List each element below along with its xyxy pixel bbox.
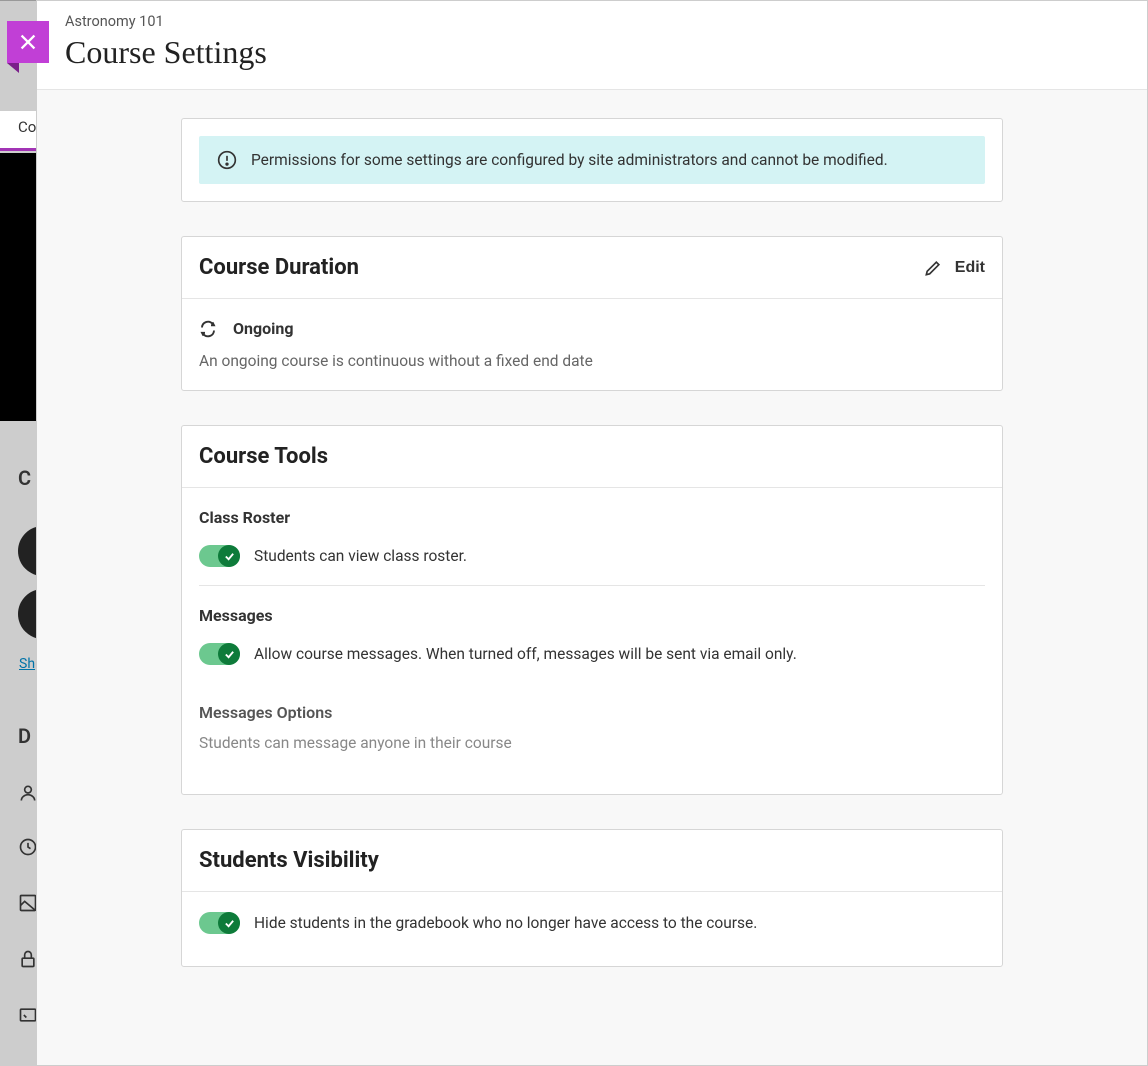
messages-toggle[interactable] <box>199 643 240 665</box>
refresh-icon <box>199 320 217 338</box>
visibility-card: Students Visibility Hide students in the… <box>181 829 1003 967</box>
code-icon <box>18 1005 38 1025</box>
roster-heading: Class Roster <box>199 508 985 527</box>
messages-options-heading: Messages Options <box>199 703 985 722</box>
bg-section-d: D <box>18 724 31 748</box>
messages-toggle-row: Allow course messages. When turned off, … <box>199 643 985 683</box>
bg-link-sh: Sh <box>19 656 35 672</box>
alert-icon <box>217 150 237 170</box>
toggle-knob <box>218 643 240 665</box>
visibility-toggle-row: Hide students in the gradebook who no lo… <box>199 912 985 944</box>
tools-header: Course Tools <box>182 426 1002 488</box>
visibility-section: Hide students in the gradebook who no lo… <box>182 892 1002 966</box>
visibility-toggle-label: Hide students in the gradebook who no lo… <box>254 914 757 932</box>
roster-section: Class Roster Students can view class ros… <box>182 488 1002 586</box>
panel-body: Permissions for some settings are config… <box>37 90 1147 1054</box>
roster-toggle-row: Students can view class roster. <box>199 545 985 586</box>
duration-title: Course Duration <box>199 255 359 280</box>
check-icon <box>224 649 235 660</box>
image-icon <box>18 893 38 913</box>
tools-card: Course Tools Class Roster Students can v… <box>181 425 1003 795</box>
check-icon <box>224 551 235 562</box>
roster-toggle[interactable] <box>199 545 240 567</box>
tools-title: Course Tools <box>199 444 328 469</box>
duration-card: Course Duration Edit <box>181 236 1003 391</box>
duration-status: Ongoing <box>199 319 985 338</box>
lock-icon <box>18 949 38 969</box>
close-button[interactable] <box>7 21 49 63</box>
bg-section-c: C <box>18 466 31 490</box>
duration-description: An ongoing course is continuous without … <box>199 352 985 370</box>
duration-body: Ongoing An ongoing course is continuous … <box>182 299 1002 390</box>
breadcrumb: Astronomy 101 <box>65 13 1119 30</box>
close-icon <box>17 31 39 53</box>
bg-tab-label: Co <box>18 118 36 136</box>
visibility-toggle[interactable] <box>199 912 240 934</box>
roster-toggle-label: Students can view class roster. <box>254 547 467 565</box>
toggle-knob <box>218 912 240 934</box>
duration-status-label: Ongoing <box>233 319 294 338</box>
toggle-knob <box>218 545 240 567</box>
info-banner-text: Permissions for some settings are config… <box>251 151 888 169</box>
info-banner: Permissions for some settings are config… <box>199 136 985 184</box>
duration-header: Course Duration Edit <box>182 237 1002 299</box>
visibility-title: Students Visibility <box>199 848 379 873</box>
page-title: Course Settings <box>65 34 1119 71</box>
check-icon <box>224 918 235 929</box>
messages-options-desc: Students can message anyone in their cou… <box>199 734 985 772</box>
settings-panel: Astronomy 101 Course Settings Permission… <box>36 0 1148 1066</box>
visibility-header: Students Visibility <box>182 830 1002 892</box>
edit-duration-button[interactable]: Edit <box>923 258 985 278</box>
clock-icon <box>18 837 38 857</box>
person-icon <box>18 783 38 803</box>
messages-heading: Messages <box>199 606 985 625</box>
background-dim: Co C Sh D <box>0 0 38 1066</box>
bg-banner-dark <box>0 153 38 421</box>
messages-section: Messages Allow course messages. When tur… <box>182 586 1002 794</box>
pencil-icon <box>923 258 943 278</box>
messages-toggle-label: Allow course messages. When turned off, … <box>254 645 797 663</box>
panel-header: Astronomy 101 Course Settings <box>37 1 1147 90</box>
edit-label: Edit <box>955 259 985 277</box>
info-card: Permissions for some settings are config… <box>181 118 1003 202</box>
